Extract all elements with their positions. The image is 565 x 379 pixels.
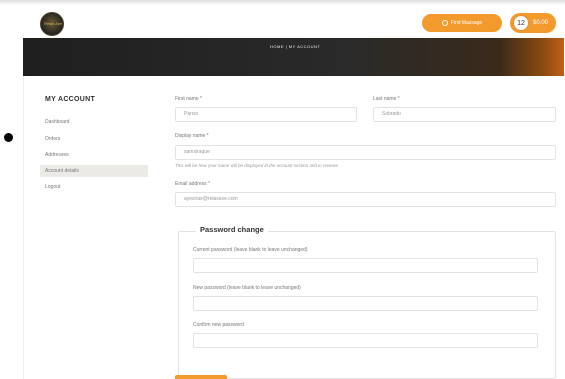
sidebar-item-orders[interactable]: Orders xyxy=(45,136,60,142)
confirm-password-label: Confirm new password xyxy=(193,322,244,328)
sidebar-title: MY ACCOUNT xyxy=(45,96,96,103)
sidebar-item-addresses[interactable]: Addresses xyxy=(45,152,69,158)
sidebar-item-account-details[interactable]: Account details xyxy=(40,165,148,177)
current-password-input[interactable] xyxy=(193,258,538,273)
sidebar-item-logout[interactable]: Logout xyxy=(45,184,60,190)
find-massage-label: Find Massage xyxy=(450,20,483,26)
cart-button[interactable]: 12 $0.00 xyxy=(510,13,556,33)
cart-count-badge: 12 xyxy=(513,15,529,31)
current-password-label: Current password (leave blank to leave u… xyxy=(193,247,308,253)
email-label: Email address * xyxy=(175,181,211,187)
confirm-password-input[interactable] xyxy=(193,333,538,348)
first-name-field[interactable]: Parcio xyxy=(175,107,357,122)
display-name-field[interactable]: samsiraque xyxy=(175,145,556,160)
email-field[interactable]: ayesirae@relaxave.com xyxy=(175,192,556,207)
new-password-input[interactable] xyxy=(193,296,538,311)
site-logo[interactable]: Relax Ave xyxy=(40,12,64,36)
content-divider xyxy=(23,76,24,379)
save-changes-button[interactable] xyxy=(175,375,227,379)
display-name-label: Display name * xyxy=(175,133,209,139)
new-password-label: New password (leave blank to leave uncha… xyxy=(193,285,301,291)
display-name-hint: This will be how your name will be displ… xyxy=(175,163,339,168)
cursor-dot xyxy=(4,133,13,142)
find-massage-button[interactable]: Find Massage xyxy=(422,14,502,32)
last-name-field[interactable]: Sobrado xyxy=(373,107,556,122)
last-name-label: Last name * xyxy=(373,96,400,102)
password-change-title: Password change xyxy=(196,225,268,234)
sidebar-item-dashboard[interactable]: Dashboard xyxy=(45,119,69,125)
location-icon xyxy=(441,20,448,26)
breadcrumb: HOME | MY ACCOUNT xyxy=(270,44,321,49)
first-name-label: First name * xyxy=(175,96,202,102)
header-shadow xyxy=(0,0,565,5)
cart-total: $0.00 xyxy=(533,20,549,26)
logo-text: Relax Ave xyxy=(44,21,63,26)
